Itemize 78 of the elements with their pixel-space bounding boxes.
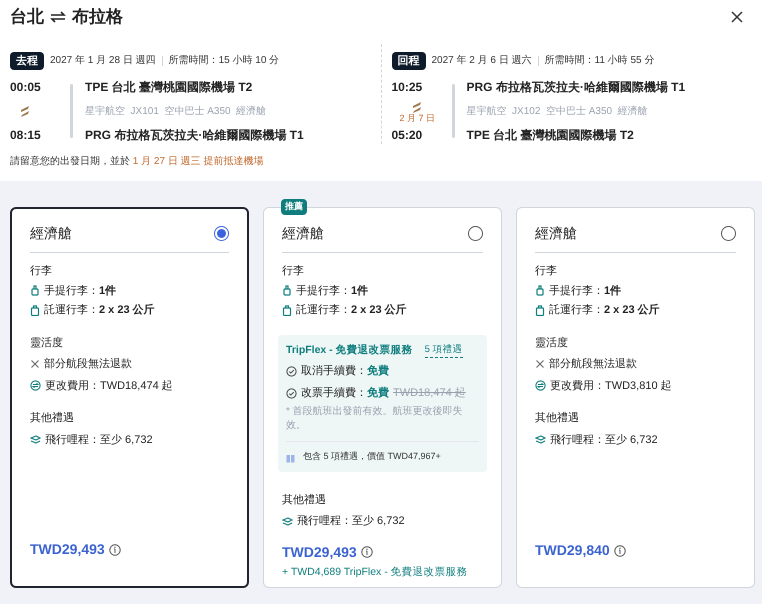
mileage-item: 飛行哩程：至少 6,732 [550,432,658,448]
check-circle-icon [286,366,297,377]
section-heading: 靈活度 [30,336,64,350]
mileage-item: 飛行哩程：至少 6,732 [45,432,153,448]
round-trip-arrows-icon [50,10,66,23]
arrival-airport: TPE 台北 臺灣桃園國際機場 T2 [466,127,635,144]
close-icon[interactable] [730,10,744,24]
leg-duration: 所需時間：15 小時 10 分 [168,54,280,68]
cross-icon [535,359,545,370]
cabin-title: 經濟艙 [30,224,72,243]
flexibility-item: 部分航段無法退款 [44,356,132,372]
suitcase-icon [535,304,545,316]
baggage-item: 託運行李：2 x 23 公斤 [549,302,660,318]
departure-airport: PRG 布拉格瓦茨拉夫·哈維爾國際機場 T1 [466,79,686,96]
baggage-item: 手提行李：1件 [296,284,368,298]
baggage-item: 手提行李：1件 [44,284,116,298]
departure-time: 10:25 [392,79,422,96]
arrival-time: 05:20 [392,127,422,144]
section-heading: 其他禮遇 [282,492,327,508]
exchange-circle-icon [535,380,546,392]
tripflex-item: 取消手續費：免費 [301,364,389,380]
section-heading: 其他禮遇 [30,410,75,426]
departure-airport: TPE 台北 臺灣桃園國際機場 T2 [85,79,254,96]
cabin-title: 經濟艙 [535,224,577,243]
cabin-title: 經濟艙 [282,224,324,243]
carry-on-bag-icon [282,285,292,296]
departure-notice: 請留意您的出發日期，並於 1 月 27 日 週三 提前抵達機場 [10,154,264,169]
leg-duration: 所需時間：11 小時 55 分 [544,54,654,68]
section-heading: 其他禮遇 [535,410,580,426]
fare-radio[interactable] [468,226,483,241]
leg-date: 2027 年 2 月 6 日 週六 [432,54,532,68]
flight-info: 星宇航空 JX102 空中巴士 A350 經濟艙 [466,104,649,118]
flexibility-item: 部分航段無法退款 [549,356,637,372]
info-icon[interactable] [108,544,121,556]
leg-tag: 回程 [392,52,426,70]
flight-info: 星宇航空 JX101 空中巴士 A350 經濟艙 [85,104,268,118]
section-heading: 行李 [535,264,558,279]
suitcase-icon [282,304,292,316]
fare-price: TWD29,840 [535,541,610,560]
fare-price: TWD29,493 [30,540,105,559]
departure-time: 00:05 [10,79,41,96]
fare-card[interactable]: 經濟艙 行李 手提行李：1件 託運行李：2 x 23 公斤 靈活度 部分航段無法退款 更改費用：TWD18,474 起 其他禮遇 飛行哩程：至少 6,732 TWD29,493 [10,207,249,588]
section-heading: 靈活度 [535,336,569,350]
suitcase-icon [30,304,40,316]
arrival-airport: PRG 布拉格瓦茨拉夫·哈維爾國際機場 T1 [85,127,304,144]
origin-city: 台北 [10,6,44,28]
leg-date: 2027 年 1 月 28 日 週四 [50,54,156,68]
cross-icon [30,359,40,370]
airline-logo-icon [18,104,32,118]
benefits-link[interactable]: 5 項禮遇 [424,342,463,358]
section-heading: 行李 [282,264,305,279]
check-circle-icon [286,388,297,398]
fare-radio[interactable] [721,226,736,241]
tripflex-item: 改票手續費：免費 TWD18,474 起 [301,386,466,401]
exchange-circle-icon [30,380,41,392]
arrival-date: 2 月 7 日 [400,114,436,122]
info-icon[interactable] [360,546,373,558]
mileage-item: 飛行哩程：至少 6,732 [297,514,405,530]
recommended-badge: 推薦 [281,199,307,214]
tripflex-note: * 首段航班出發前有效。航班更改後即失效。 [286,405,464,434]
flexibility-item: 更改費用：TWD18,474 起 [45,378,173,394]
baggage-item: 託運行李：2 x 23 公斤 [44,302,155,318]
arrival-time: 08:15 [10,127,41,144]
tripflex-addon-price: + TWD4,689 TripFlex - 免費退改票服務 [282,564,469,580]
destination-city: 布拉格 [72,6,123,28]
info-icon[interactable] [614,544,626,556]
fare-price: TWD29,493 [282,542,357,562]
flexibility-item: 更改費用：TWD3,810 起 [550,378,672,394]
fare-card[interactable]: 經濟艙 行李 手提行李：1件 託運行李：2 x 23 公斤 靈活度 部分航段無法退款 更改費用：TWD3,810 起 其他禮遇 飛行哩程：至少 6,732 TWD29,840 [516,207,755,588]
leg-tag: 去程 [10,52,44,70]
carry-on-bag-icon [535,285,545,296]
fare-radio[interactable] [214,226,229,241]
baggage-item: 手提行李：1件 [549,284,622,298]
tripflex-value: 包含 5 項禮遇，價值 TWD47,967+ [303,450,441,464]
carry-on-bag-icon [30,285,40,296]
baggage-item: 託運行李：2 x 23 公斤 [296,302,407,318]
tripflex-title: TripFlex - 免費退改票服務 [286,342,413,358]
section-heading: 行李 [30,264,53,279]
